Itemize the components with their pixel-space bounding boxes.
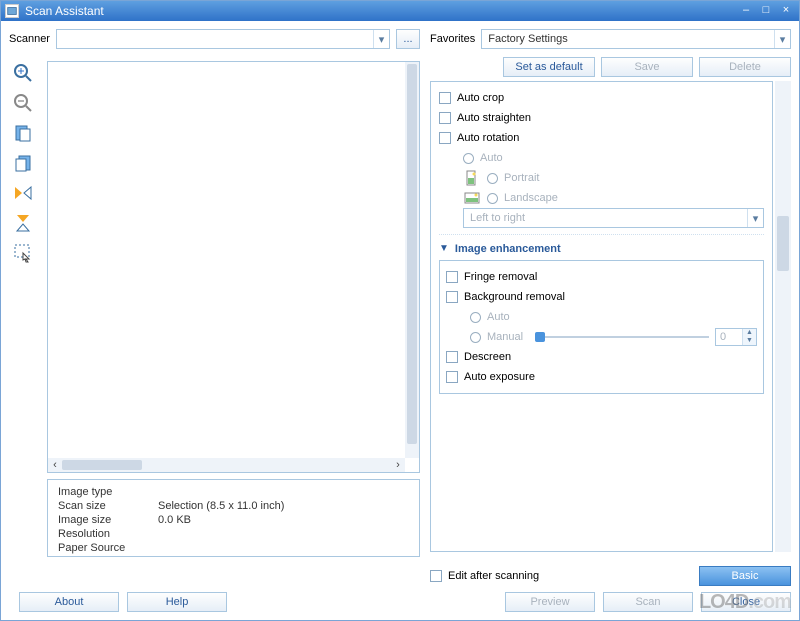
edit-after-scanning-checkbox[interactable] xyxy=(430,570,442,582)
preview-horizontal-scrollbar[interactable]: ‹ › xyxy=(48,458,405,472)
flip-horizontal-icon[interactable] xyxy=(11,181,35,205)
rotate-left-icon[interactable] xyxy=(11,121,35,145)
auto-straighten-label: Auto straighten xyxy=(457,112,531,124)
info-val-image-size: 0.0 KB xyxy=(158,514,191,528)
watermark: LO4D.com xyxy=(699,591,791,614)
favorites-label: Favorites xyxy=(430,33,475,45)
favorites-select[interactable]: Factory Settings ▾ xyxy=(481,29,791,49)
rotation-direction-select[interactable]: Left to right ▾ xyxy=(463,208,764,228)
spin-up-icon[interactable]: ▲ xyxy=(743,329,756,337)
close-window-button[interactable]: × xyxy=(777,4,795,18)
fringe-removal-checkbox[interactable] xyxy=(446,271,458,283)
options-vertical-scrollbar[interactable] xyxy=(775,81,791,552)
maximize-button[interactable]: □ xyxy=(757,4,775,18)
favorites-value: Factory Settings xyxy=(488,33,567,45)
bg-manual-slider[interactable] xyxy=(539,330,709,344)
save-favorite-button[interactable]: Save xyxy=(601,57,693,77)
bg-manual-spin[interactable]: 0 ▲▼ xyxy=(715,328,757,346)
chevron-down-icon: ▾ xyxy=(747,209,763,227)
auto-rotation-label: Auto rotation xyxy=(457,132,519,144)
selection-icon[interactable] xyxy=(11,241,35,265)
about-button[interactable]: About xyxy=(19,592,119,612)
rotation-direction-value: Left to right xyxy=(470,212,525,224)
rotate-right-icon[interactable] xyxy=(11,151,35,175)
image-enhancement-label: Image enhancement xyxy=(455,243,561,255)
preview-area[interactable]: ‹ › xyxy=(47,61,420,473)
bg-manual-value: 0 xyxy=(716,329,742,345)
edit-after-scanning-label: Edit after scanning xyxy=(448,570,539,582)
background-removal-label: Background removal xyxy=(464,291,565,303)
info-key-scan-size: Scan size xyxy=(58,500,158,514)
collapse-icon: ▼ xyxy=(439,243,449,254)
spin-down-icon[interactable]: ▼ xyxy=(743,337,756,345)
set-default-button[interactable]: Set as default xyxy=(503,57,595,77)
zoom-out-icon[interactable] xyxy=(11,91,35,115)
auto-exposure-label: Auto exposure xyxy=(464,371,535,383)
rotation-auto-label: Auto xyxy=(480,152,503,164)
app-icon xyxy=(5,4,19,18)
flip-vertical-icon[interactable] xyxy=(11,211,35,235)
rotation-portrait-radio[interactable] xyxy=(487,173,498,184)
bg-manual-radio[interactable] xyxy=(470,332,481,343)
landscape-icon xyxy=(463,189,481,207)
minimize-button[interactable]: – xyxy=(737,4,755,18)
zoom-in-icon[interactable] xyxy=(11,61,35,85)
auto-rotation-checkbox[interactable] xyxy=(439,132,451,144)
auto-straighten-checkbox[interactable] xyxy=(439,112,451,124)
preview-button[interactable]: Preview xyxy=(505,592,595,612)
background-removal-checkbox[interactable] xyxy=(446,291,458,303)
rotation-auto-radio[interactable] xyxy=(463,153,474,164)
bg-manual-label: Manual xyxy=(487,331,533,343)
chevron-down-icon: ▾ xyxy=(373,30,389,48)
bg-auto-radio[interactable] xyxy=(470,312,481,323)
help-button[interactable]: Help xyxy=(127,592,227,612)
auto-crop-checkbox[interactable] xyxy=(439,92,451,104)
rotation-landscape-radio[interactable] xyxy=(487,193,498,204)
auto-crop-label: Auto crop xyxy=(457,92,504,104)
scroll-right-icon[interactable]: › xyxy=(391,459,405,471)
basic-mode-button[interactable]: Basic xyxy=(699,566,791,586)
preview-vertical-scrollbar[interactable] xyxy=(405,62,419,458)
info-key-paper-source: Paper Source xyxy=(58,542,158,556)
title-bar: Scan Assistant – □ × xyxy=(1,1,799,21)
scan-button[interactable]: Scan xyxy=(603,592,693,612)
rotation-portrait-label: Portrait xyxy=(504,172,539,184)
info-key-image-size: Image size xyxy=(58,514,158,528)
options-panel: Auto crop Auto straighten Auto rotation … xyxy=(430,81,773,552)
descreen-label: Descreen xyxy=(464,351,511,363)
scanner-label: Scanner xyxy=(9,33,50,45)
bg-auto-label: Auto xyxy=(487,311,510,323)
chevron-down-icon: ▾ xyxy=(774,30,790,48)
delete-favorite-button[interactable]: Delete xyxy=(699,57,791,77)
window-title: Scan Assistant xyxy=(25,4,737,18)
image-enhancement-header[interactable]: ▼ Image enhancement xyxy=(439,234,764,256)
scanner-browse-button[interactable]: ... xyxy=(396,29,420,49)
portrait-icon xyxy=(463,169,481,187)
rotation-landscape-label: Landscape xyxy=(504,192,558,204)
scan-info-panel: Image type Scan sizeSelection (8.5 x 11.… xyxy=(47,479,420,557)
scanner-select[interactable]: ▾ xyxy=(56,29,390,49)
preview-toolbar xyxy=(11,61,39,265)
info-val-scan-size: Selection (8.5 x 11.0 inch) xyxy=(158,500,284,514)
descreen-checkbox[interactable] xyxy=(446,351,458,363)
auto-exposure-checkbox[interactable] xyxy=(446,371,458,383)
scroll-left-icon[interactable]: ‹ xyxy=(48,459,62,471)
info-key-resolution: Resolution xyxy=(58,528,158,542)
info-key-image-type: Image type xyxy=(58,486,158,500)
fringe-removal-label: Fringe removal xyxy=(464,271,537,283)
